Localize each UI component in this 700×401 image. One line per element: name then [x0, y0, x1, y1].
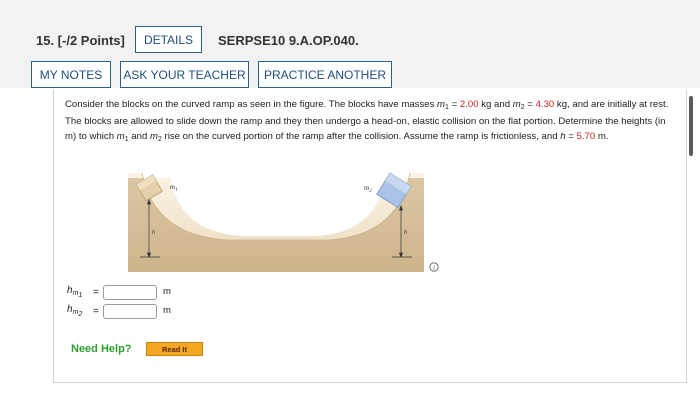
practice-another-button[interactable]: PRACTICE ANOTHER — [258, 61, 392, 88]
scrollbar[interactable] — [689, 96, 693, 156]
question-number: 15. [-/2 Points] — [36, 33, 125, 48]
answer-unit-hm2: m — [163, 305, 171, 316]
ramp-figure: m1 m2 h h — [128, 172, 424, 272]
answer-eq-hm1: = — [93, 287, 99, 298]
m1-value: 2.00 — [459, 99, 479, 110]
m2-value: 4.30 — [535, 99, 555, 110]
ask-teacher-button[interactable]: ASK YOUR TEACHER — [120, 61, 249, 88]
answer-unit-hm1: m — [163, 286, 171, 297]
details-button[interactable]: DETAILS — [135, 26, 202, 53]
answer-label-hm2: hm2 — [67, 304, 83, 318]
need-help-label: Need Help? — [71, 343, 132, 355]
h-value: 5.70 — [576, 130, 596, 142]
question-header: 15. [-/2 Points] DETAILS SERPSE10 9.A.OP… — [0, 0, 700, 88]
svg-text:i: i — [433, 265, 435, 272]
my-notes-button[interactable]: MY NOTES — [31, 61, 111, 88]
answer-input-hm2[interactable] — [103, 304, 157, 319]
problem-text: Consider the blocks on the curved ramp a… — [65, 99, 669, 143]
answer-input-hm1[interactable] — [103, 285, 157, 300]
answer-label-hm1: hm1 — [67, 285, 83, 299]
question-code: SERPSE10 9.A.OP.040. — [218, 33, 359, 48]
fig-h-left: h — [152, 230, 155, 236]
info-circle-icon[interactable]: i — [429, 262, 439, 272]
fig-h-right: h — [404, 230, 407, 236]
answer-eq-hm2: = — [93, 306, 99, 317]
svg-text:m2: m2 — [364, 184, 372, 194]
read-it-button[interactable]: Read It — [146, 342, 203, 356]
